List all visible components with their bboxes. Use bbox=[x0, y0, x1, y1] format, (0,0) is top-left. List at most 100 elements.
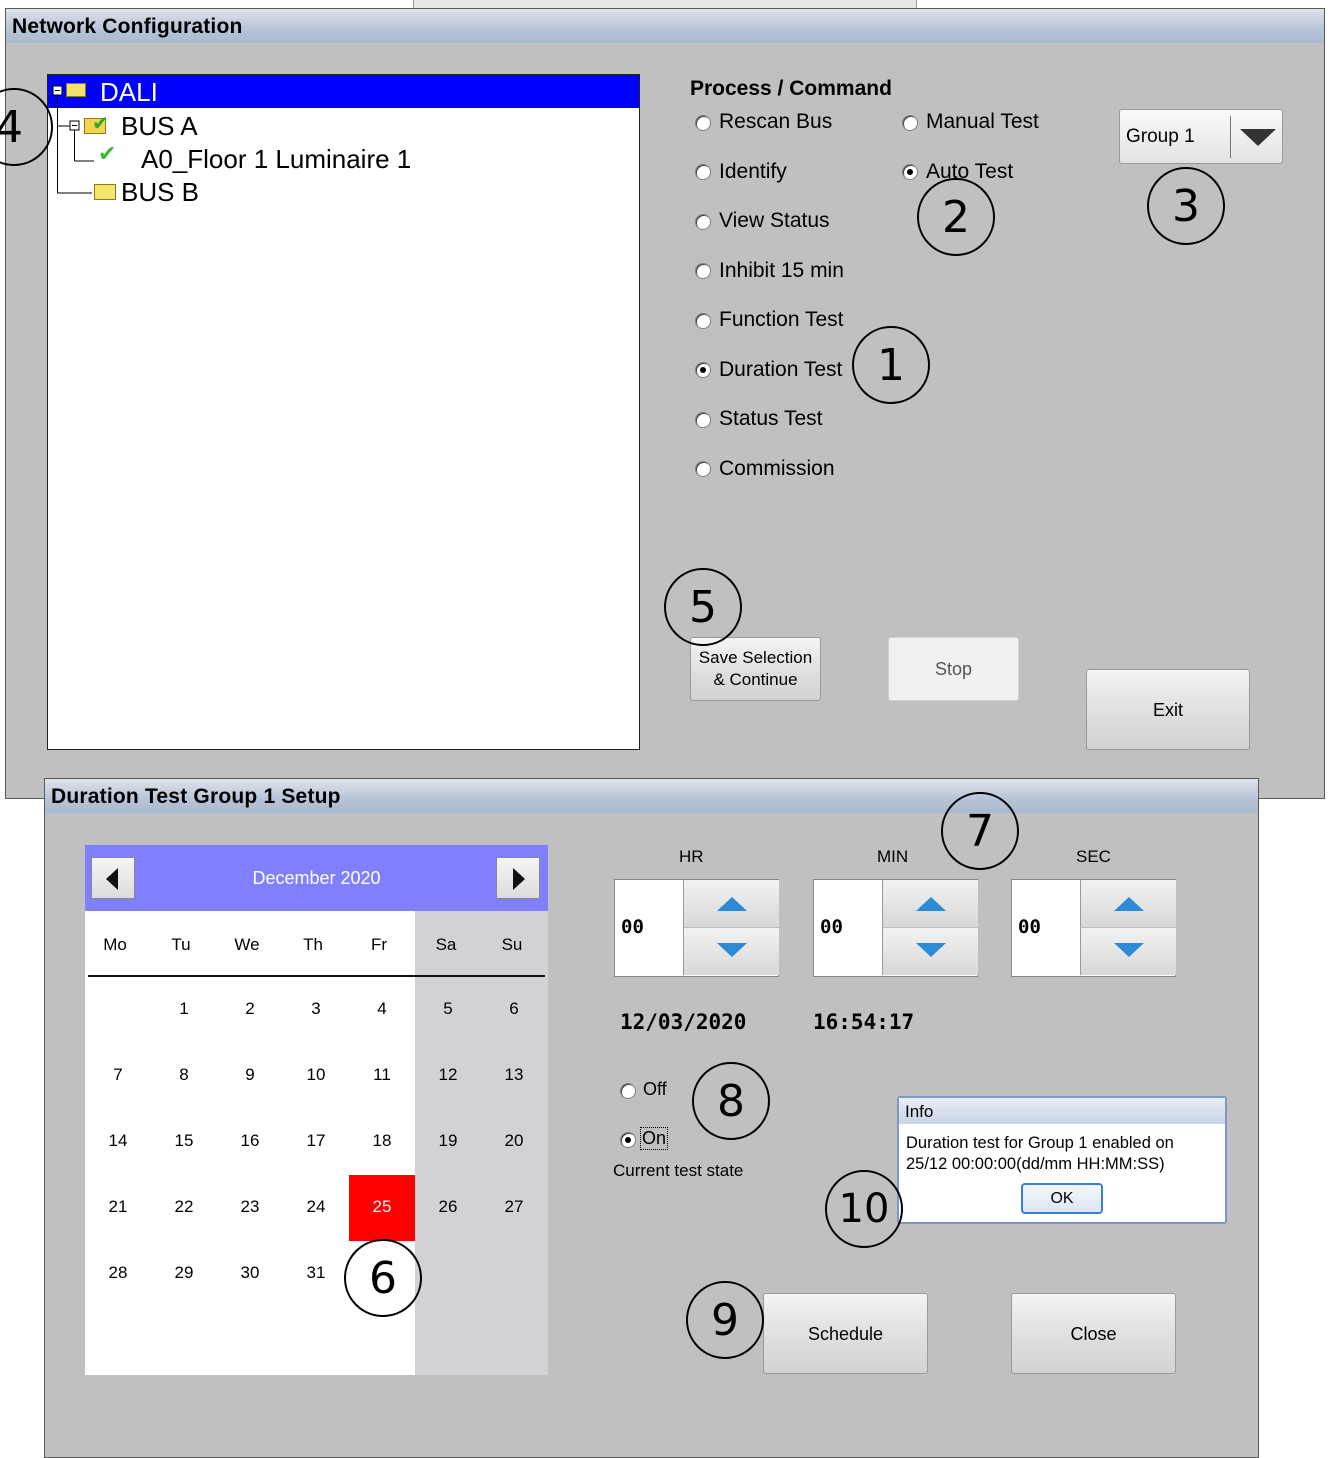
calendar-day[interactable]: 30 bbox=[217, 1241, 283, 1307]
stop-button[interactable]: Stop bbox=[888, 637, 1019, 701]
sec-down-button[interactable] bbox=[1080, 928, 1176, 975]
ok-label: OK bbox=[1050, 1189, 1074, 1207]
calendar-day[interactable]: 17 bbox=[283, 1109, 349, 1175]
calendar-day[interactable]: 3 bbox=[283, 977, 349, 1043]
weekday-fr: Fr bbox=[370, 935, 388, 954]
callout-9: 9 bbox=[686, 1281, 764, 1359]
calendar-next-button[interactable] bbox=[496, 857, 540, 899]
save-selection-continue-button[interactable]: Save Selection & Continue bbox=[690, 637, 821, 701]
radio-view-status[interactable] bbox=[695, 214, 711, 230]
radio-state-off[interactable] bbox=[620, 1083, 636, 1099]
radio-inhibit[interactable] bbox=[695, 263, 711, 279]
calendar-day[interactable]: 16 bbox=[217, 1109, 283, 1175]
calendar-day[interactable]: 28 bbox=[85, 1241, 151, 1307]
info-ok-button[interactable]: OK bbox=[1021, 1183, 1103, 1214]
radio-duration-test[interactable] bbox=[695, 362, 711, 378]
radio-auto-test[interactable] bbox=[902, 164, 918, 180]
exit-button[interactable]: Exit bbox=[1086, 669, 1250, 750]
radio-manual-test[interactable] bbox=[902, 115, 918, 131]
network-tree[interactable]: DALI ✔ BUS A ✔ A0_Floor 1 Luminaire 1 BU… bbox=[47, 74, 640, 750]
calendar-day[interactable]: 1 bbox=[151, 977, 217, 1043]
calendar-day[interactable]: 5 bbox=[415, 977, 481, 1043]
tree-node-bus-a[interactable]: BUS A bbox=[121, 111, 198, 141]
radio-status-test[interactable] bbox=[695, 412, 711, 428]
info-message-line2: 25/12 00:00:00(dd/mm HH:MM:SS) bbox=[906, 1155, 1165, 1173]
calendar-day[interactable]: 20 bbox=[481, 1109, 547, 1175]
calendar-day[interactable]: 19 bbox=[415, 1109, 481, 1175]
hr-up-button[interactable] bbox=[683, 880, 779, 928]
sec-spinner: 00 bbox=[1011, 879, 1176, 977]
calendar-day[interactable]: 31 bbox=[283, 1241, 349, 1307]
calendar-day-label: 28 bbox=[108, 1263, 128, 1282]
calendar-day-label: 1 bbox=[179, 999, 189, 1018]
label-identify: Identify bbox=[719, 160, 787, 183]
setup-window-title: Duration Test Group 1 Setup bbox=[51, 785, 341, 808]
calendar-day[interactable]: 9 bbox=[217, 1043, 283, 1109]
schedule-button[interactable]: Schedule bbox=[763, 1293, 928, 1374]
label-manual-test: Manual Test bbox=[926, 110, 1039, 133]
hr-spinner: 00 bbox=[614, 879, 779, 977]
calendar-day[interactable]: 23 bbox=[217, 1175, 283, 1241]
hr-down-button[interactable] bbox=[683, 928, 779, 975]
exit-label: Exit bbox=[1152, 699, 1183, 720]
calendar-day[interactable]: 4 bbox=[349, 977, 415, 1043]
duration-setup-titlebar: Duration Test Group 1 Setup bbox=[45, 779, 1258, 813]
calendar-day[interactable]: 2 bbox=[217, 977, 283, 1043]
sec-up-button[interactable] bbox=[1080, 880, 1176, 928]
calendar-day[interactable]: 24 bbox=[283, 1175, 349, 1241]
calendar-day[interactable]: 26 bbox=[415, 1175, 481, 1241]
calendar-day-label: 5 bbox=[443, 999, 453, 1018]
sec-value[interactable]: 00 bbox=[1018, 916, 1041, 938]
calendar-day[interactable]: 7 bbox=[85, 1043, 151, 1109]
tree-node-dali[interactable]: DALI bbox=[100, 77, 158, 107]
arrow-up-icon bbox=[717, 897, 747, 911]
radio-rescan-bus[interactable] bbox=[695, 115, 711, 131]
calendar-day[interactable]: 13 bbox=[481, 1043, 547, 1109]
calendar-day-label: 23 bbox=[240, 1197, 260, 1216]
calendar-day[interactable]: 11 bbox=[349, 1043, 415, 1109]
calendar-day[interactable]: 25 bbox=[349, 1175, 415, 1241]
calendar-day[interactable]: 15 bbox=[151, 1109, 217, 1175]
min-down-button[interactable] bbox=[882, 928, 978, 975]
radio-state-on[interactable] bbox=[620, 1132, 636, 1148]
calendar-day[interactable]: 21 bbox=[85, 1175, 151, 1241]
calendar-day[interactable]: 8 bbox=[151, 1043, 217, 1109]
hr-value[interactable]: 00 bbox=[621, 916, 644, 938]
calendar-day[interactable]: 18 bbox=[349, 1109, 415, 1175]
calendar-day[interactable]: 29 bbox=[151, 1241, 217, 1307]
radio-identify[interactable] bbox=[695, 164, 711, 180]
calendar-days: 1 2 3 4 5 6 7 8 9 10 11 12 13 14 15 16 17 18 19 20 21 22 23 24 2… bbox=[85, 975, 548, 1375]
callout-2-label: 2 bbox=[942, 191, 970, 243]
calendar-day[interactable]: 22 bbox=[151, 1175, 217, 1241]
calendar-day-label: 11 bbox=[373, 1065, 391, 1084]
calendar-day-label: 20 bbox=[504, 1131, 524, 1150]
callout-7-label: 7 bbox=[966, 805, 994, 857]
radio-function-test[interactable] bbox=[695, 313, 711, 329]
calendar-day-label: 30 bbox=[240, 1263, 260, 1282]
current-date: 12/03/2020 bbox=[620, 1010, 747, 1034]
calendar-day[interactable]: 10 bbox=[283, 1043, 349, 1109]
calendar-day[interactable]: 6 bbox=[481, 977, 547, 1043]
radio-commission[interactable] bbox=[695, 461, 711, 477]
arrow-up-icon bbox=[916, 897, 946, 911]
calendar-day-label: 12 bbox=[438, 1065, 458, 1084]
calendar-day-label: 16 bbox=[240, 1131, 260, 1150]
callout-6-label: 6 bbox=[369, 1252, 397, 1304]
callout-5-label: 5 bbox=[689, 581, 717, 633]
arrow-down-icon bbox=[916, 943, 946, 957]
tree-node-bus-b[interactable]: BUS B bbox=[121, 177, 199, 207]
callout-1: 1 bbox=[852, 326, 930, 404]
callout-6: 6 bbox=[344, 1239, 422, 1317]
calendar-day[interactable]: 27 bbox=[481, 1175, 547, 1241]
tree-node-device[interactable]: A0_Floor 1 Luminaire 1 bbox=[141, 144, 411, 174]
tree-lines bbox=[52, 85, 94, 194]
min-up-button[interactable] bbox=[882, 880, 978, 928]
min-value[interactable]: 00 bbox=[820, 916, 843, 938]
chevron-down-icon bbox=[1240, 129, 1276, 146]
group-dropdown[interactable]: Group 1 bbox=[1119, 109, 1283, 164]
calendar-day[interactable]: 12 bbox=[415, 1043, 481, 1109]
calendar-day-label: 15 bbox=[174, 1131, 194, 1150]
calendar-day[interactable]: 14 bbox=[85, 1109, 151, 1175]
info-dialog-titlebar: Info bbox=[899, 1098, 1225, 1124]
close-button[interactable]: Close bbox=[1011, 1293, 1176, 1374]
